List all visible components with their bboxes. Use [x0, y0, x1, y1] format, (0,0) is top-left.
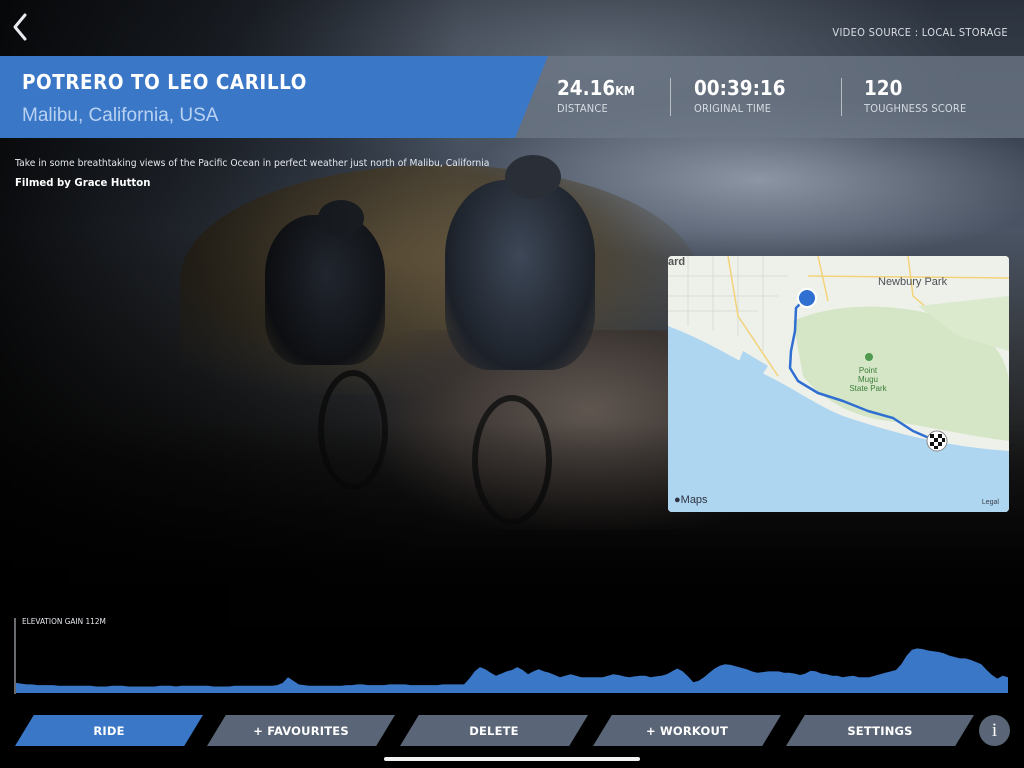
map-legal-link[interactable]: Legal [982, 499, 999, 506]
ride-button[interactable]: RIDE [15, 715, 203, 746]
route-location: Malibu, California, USA [22, 105, 219, 126]
stat-original-time: 00:39:16 ORIGINAL TIME [694, 76, 794, 115]
checkered-flag-icon [926, 430, 948, 452]
maps-logo: ●Maps [674, 494, 708, 506]
back-button[interactable] [8, 10, 32, 44]
stat-value: 120 [864, 76, 903, 100]
elevation-profile-chart [14, 618, 1008, 694]
stat-label: ORIGINAL TIME [694, 102, 772, 115]
route-title: POTRERO TO LEO CARILLO [22, 70, 307, 94]
park-pin-icon [865, 353, 873, 361]
stat-distance: 24.16KM DISTANCE [557, 76, 642, 115]
video-source-label: VIDEO SOURCE : LOCAL STORAGE [832, 26, 1008, 39]
stat-value: 24.16KM [557, 76, 635, 100]
route-start-marker [797, 288, 817, 308]
home-indicator[interactable] [384, 757, 640, 761]
settings-button[interactable]: SETTINGS [786, 715, 974, 746]
apple-icon: ● [674, 494, 681, 506]
button-label: SETTINGS [847, 723, 913, 738]
maps-brand-label: Maps [680, 494, 708, 506]
route-description: Take in some breathtaking views of the P… [15, 158, 490, 169]
add-favourites-button[interactable]: + FAVOURITES [207, 715, 395, 746]
map-place-label: ard [668, 256, 686, 268]
delete-button[interactable]: DELETE [400, 715, 588, 746]
route-map[interactable]: ard Newbury Park Point Mugu State Park ●… [668, 256, 1009, 512]
add-workout-button[interactable]: + WORKOUT [593, 715, 781, 746]
elevation-area [16, 648, 1008, 693]
chevron-left-icon [13, 13, 27, 41]
stat-label: DISTANCE [557, 102, 608, 115]
map-park-label: Point Mugu State Park [849, 366, 887, 393]
button-label: DELETE [469, 723, 519, 738]
stat-divider [841, 78, 842, 116]
info-button[interactable]: i [979, 715, 1010, 746]
stat-divider [670, 78, 671, 116]
stat-toughness-score: 120 TOUGHNESS SCORE [864, 76, 978, 115]
map-canvas [668, 256, 1009, 512]
stat-value: 00:39:16 [694, 76, 786, 100]
stat-label: TOUGHNESS SCORE [864, 102, 967, 115]
map-place-label: Newbury Park [878, 276, 948, 288]
button-label: RIDE [93, 723, 125, 738]
info-icon: i [991, 719, 998, 741]
button-label: + WORKOUT [645, 723, 729, 738]
stat-unit: KM [615, 84, 635, 98]
route-credit: Filmed by Grace Hutton [15, 176, 151, 189]
route-header: POTRERO TO LEO CARILLO Malibu, Californi… [0, 56, 1024, 138]
button-label: + FAVOURITES [253, 723, 349, 738]
